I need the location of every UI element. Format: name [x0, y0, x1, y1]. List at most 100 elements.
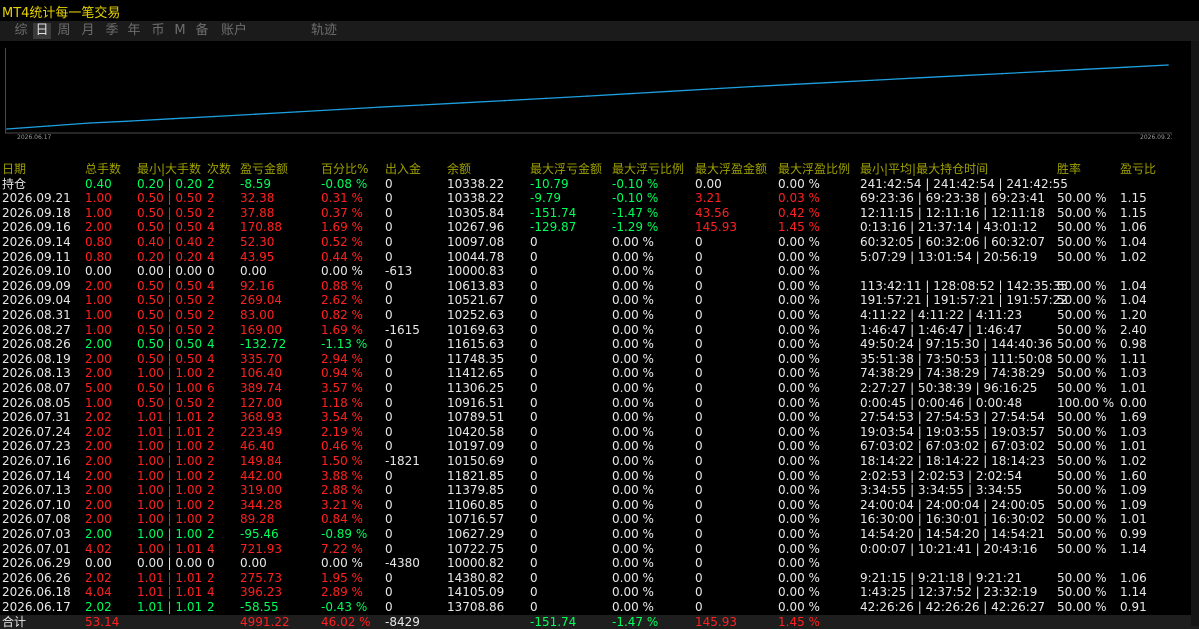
cell-max-float-profit-pct: 0.00 % — [778, 556, 820, 571]
cell-min-max-lots: 1.01 | 1.01 — [137, 600, 203, 614]
cell-max-float-profit-pct: 0.42 % — [778, 205, 820, 220]
balance-line — [6, 64, 1169, 130]
cell-balance: 10521.67 — [447, 293, 505, 308]
header-max-float-loss-pct[interactable]: 最大浮亏比例 — [612, 162, 684, 177]
header-max-float-profit[interactable]: 最大浮盈金额 — [695, 162, 767, 177]
cell-percent: 3.54 % — [321, 410, 363, 425]
cell-max-float-profit: 3.21 — [695, 191, 722, 206]
cell-pnl: 83.00 — [240, 308, 275, 322]
header-pnl-ratio[interactable]: 盈亏比 — [1120, 162, 1156, 177]
tab-9[interactable]: 账户 — [219, 23, 249, 39]
cell-balance: 10267.96 — [447, 220, 505, 235]
cell-balance: 11306.25 — [447, 381, 505, 395]
cell-count: 2 — [207, 322, 215, 337]
cell-pnl: 344.28 — [240, 497, 282, 512]
cell-max-float-profit-pct: 1.45 % — [778, 220, 820, 235]
tab-1[interactable]: 日 — [33, 23, 51, 39]
cell-date: 2026.09.09 — [2, 278, 71, 293]
cell-percent: 0.00 % — [321, 264, 363, 279]
tab-5[interactable]: 年 — [125, 23, 143, 39]
cell-win-rate: 50.00 % — [1057, 249, 1107, 264]
cell-win-rate: 100.00 % — [1057, 395, 1115, 410]
cell-balance: 10627.29 — [447, 527, 505, 541]
cell-balance: 10338.22 — [447, 191, 505, 206]
cell-percent: 7.22 % — [321, 541, 363, 556]
table-row: 2026.07.16 2.00 1.00 | 1.00 2 149.84 1.50 % -1… — [0, 454, 1199, 469]
cell-min-max-lots: 1.01 | 1.01 — [137, 424, 203, 439]
cell-percent: 0.00 % — [321, 556, 363, 571]
vertical-scrollbar[interactable] — [1191, 41, 1199, 626]
cell-deposit: 0 — [385, 439, 393, 454]
cell-pnl: 89.28 — [240, 512, 275, 527]
cell-percent: -0.43 % — [321, 600, 368, 614]
cell-hold-time: 49:50:24 | 97:15:30 | 144:40:36 — [860, 337, 1053, 352]
tab-10[interactable]: 轨迹 — [309, 23, 339, 39]
cell-max-float-profit: 145.93 — [695, 614, 737, 629]
cell-pnl: 37.88 — [240, 205, 275, 220]
cell-date: 2026.09.14 — [2, 235, 71, 249]
cell-max-float-loss-pct: 0.00 % — [612, 235, 654, 249]
cell-hold-time: 0:00:07 | 10:21:41 | 20:43:16 — [860, 541, 1038, 556]
tab-8[interactable]: 备 — [193, 23, 211, 39]
cell-max-float-profit: 0 — [695, 351, 703, 366]
cell-total-lots: 0.40 — [85, 176, 112, 191]
cell-max-float-profit: 0 — [695, 600, 703, 614]
cell-deposit: 0 — [385, 308, 393, 322]
cell-max-float-loss-pct: 0.00 % — [612, 308, 654, 322]
chart-point-26 — [1084, 68, 1086, 71]
tab-7[interactable]: M — [171, 23, 189, 39]
cell-date: 2026.08.26 — [2, 337, 71, 352]
cell-date: 2026.07.24 — [2, 424, 71, 439]
cell-count: 2 — [207, 424, 215, 439]
cell-percent: 2.62 % — [321, 293, 363, 308]
header-percent[interactable]: 百分比% — [321, 162, 368, 177]
cell-balance: 14105.09 — [447, 585, 505, 600]
cell-max-float-loss-pct: 0.00 % — [612, 439, 654, 454]
header-date[interactable]: 日期 — [2, 162, 26, 177]
header-total-lots[interactable]: 总手数 — [85, 162, 121, 177]
chart-point-5 — [213, 115, 216, 118]
cell-min-max-lots: 1.00 | 1.00 — [137, 483, 203, 498]
table-row: 2026.06.17 2.02 1.01 | 1.01 2 -58.55 -0.43 % 0… — [0, 600, 1199, 615]
total-row: 合计 53.14 4991.22 46.02 % -8429 -151.74 -1.47 %… — [0, 614, 1199, 629]
chart-point-24 — [1001, 72, 1003, 75]
cell-count: 2 — [207, 205, 215, 220]
header-deposit[interactable]: 出入金 — [385, 162, 421, 177]
cell-count: 2 — [207, 600, 215, 614]
cell-hold-time: 27:54:53 | 27:54:53 | 27:54:54 — [860, 410, 1046, 425]
header-hold-time[interactable]: 最小|平均|最大持仓时间 — [860, 162, 988, 177]
tab-6[interactable]: 币 — [149, 23, 167, 39]
cell-max-float-loss: 0 — [530, 395, 538, 410]
cell-count: 2 — [207, 439, 215, 454]
header-win-rate[interactable]: 胜率 — [1057, 162, 1081, 177]
tab-bar: 综日周月季年币 M 备账户 轨迹 — [0, 21, 1199, 41]
cell-count: 2 — [207, 366, 215, 381]
cell-pnl-ratio: 1.04 — [1120, 235, 1147, 249]
cell-win-rate: 50.00 % — [1057, 220, 1107, 235]
cell-max-float-loss: 0 — [530, 424, 538, 439]
chart-point-12 — [503, 99, 506, 102]
cell-date: 2026.08.05 — [2, 395, 71, 410]
cell-balance: 11821.85 — [447, 468, 505, 483]
cell-deposit: -4380 — [385, 556, 420, 571]
cell-balance: 10789.51 — [447, 410, 505, 425]
cell-hold-time: 0:13:16 | 21:37:14 | 43:01:12 — [860, 220, 1038, 235]
table-row: 2026.07.14 2.00 1.00 | 1.00 2 442.00 3.88 % 0 1… — [0, 469, 1199, 484]
header-max-float-loss[interactable]: 最大浮亏金额 — [530, 162, 602, 177]
header-count[interactable]: 次数 — [207, 162, 231, 177]
tab-4[interactable]: 季 — [103, 23, 121, 39]
tab-0[interactable]: 综 — [12, 23, 30, 39]
table-row: 2026.08.27 1.00 0.50 | 0.50 2 169.00 1.69 % -1… — [0, 323, 1199, 338]
cell-min-max-lots: 1.00 | 1.00 — [137, 527, 203, 541]
header-min-max-lots[interactable]: 最小|大手数 — [137, 162, 201, 177]
cell-win-rate: 50.00 % — [1057, 497, 1107, 512]
tab-3[interactable]: 月 — [79, 23, 97, 39]
tab-2[interactable]: 周 — [55, 23, 73, 39]
cell-min-max-lots: 0.00 | 0.00 — [137, 264, 203, 279]
header-balance[interactable]: 余额 — [447, 162, 471, 177]
header-pnl[interactable]: 盈亏金额 — [240, 162, 288, 177]
cell-total-lots: 0.80 — [85, 249, 112, 264]
cell-percent: 0.88 % — [321, 278, 363, 293]
header-max-float-profit-pct[interactable]: 最大浮盈比例 — [778, 162, 850, 177]
cell-max-float-loss: 0 — [530, 497, 538, 512]
